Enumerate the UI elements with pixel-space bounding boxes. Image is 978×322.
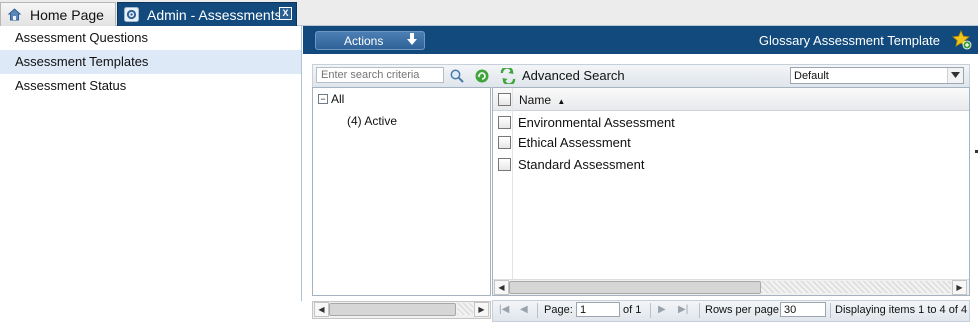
divider xyxy=(537,303,538,318)
refresh-icon[interactable] xyxy=(474,68,490,84)
templates-grid: Name ▲ Environmental Assessment Ethical … xyxy=(492,87,970,296)
tree-horizontal-scrollbar[interactable]: ◀ ▶ xyxy=(312,301,491,319)
actions-label: Actions xyxy=(344,34,384,48)
column-header-name[interactable]: Name ▲ xyxy=(519,93,565,107)
actions-button[interactable]: Actions xyxy=(315,31,425,50)
view-select-value: Default xyxy=(794,70,829,82)
tree-root-label: All xyxy=(331,92,345,106)
scroll-right-icon[interactable]: ▶ xyxy=(474,302,489,317)
tab-home-label: Home Page xyxy=(30,6,104,23)
tab-admin-label: Admin - Assessments xyxy=(147,6,282,23)
gear-icon xyxy=(124,7,139,22)
scrollbar-thumb[interactable] xyxy=(329,303,456,316)
sidebar: Assessment Questions Assessment Template… xyxy=(0,26,302,301)
last-page-icon[interactable]: ▶| xyxy=(678,304,688,315)
scrollbar-rest xyxy=(761,281,951,293)
scrollbar-track[interactable]: ◀ ▶ xyxy=(313,302,490,318)
chevron-down-icon xyxy=(947,68,963,83)
pager-bar: |◀ ◀ Page: 1 of 1 ▶ ▶| Rows per page 30 … xyxy=(492,300,970,322)
search-icon[interactable] xyxy=(449,68,465,84)
main-panel: Actions Glossary Assessment Template Adv… xyxy=(303,26,978,322)
divider xyxy=(650,303,651,318)
sidebar-item-label: Assessment Status xyxy=(15,78,127,93)
first-page-icon[interactable]: |◀ xyxy=(499,304,509,315)
scrollbar-thumb[interactable] xyxy=(509,281,761,294)
row-name: Environmental Assessment xyxy=(518,115,675,130)
scrollbar-rest xyxy=(457,303,473,315)
advanced-search-link[interactable]: Advanced Search xyxy=(522,68,625,83)
home-icon xyxy=(7,7,22,22)
sort-asc-icon: ▲ xyxy=(557,97,566,106)
favorite-star-icon[interactable] xyxy=(952,29,972,53)
divider xyxy=(699,303,700,318)
scroll-left-icon[interactable]: ◀ xyxy=(494,280,509,295)
scroll-left-icon[interactable]: ◀ xyxy=(314,302,329,317)
row-checkbox[interactable] xyxy=(498,136,511,149)
view-select[interactable]: Default xyxy=(790,67,964,84)
scroll-right-icon[interactable]: ▶ xyxy=(952,280,967,295)
tab-admin-assessments[interactable]: Admin - Assessments X xyxy=(117,2,297,26)
page-count: of 1 xyxy=(623,304,642,316)
sidebar-item-label: Assessment Templates xyxy=(15,54,149,69)
search-input[interactable] xyxy=(316,67,444,83)
column-name-label: Name xyxy=(519,93,552,107)
row-name: Ethical Assessment xyxy=(518,135,631,150)
tree-root[interactable]: − All xyxy=(318,92,344,106)
page-label: Page: xyxy=(544,304,573,316)
advanced-search-icon[interactable] xyxy=(499,66,516,86)
prev-page-icon[interactable]: ◀ xyxy=(520,304,528,315)
tree-item-active[interactable]: (4) Active xyxy=(347,114,397,128)
sidebar-item-assessment-status[interactable]: Assessment Status xyxy=(0,74,301,98)
close-icon[interactable]: X xyxy=(279,7,292,20)
grid-header: Name ▲ xyxy=(493,88,969,111)
rows-per-page-label: Rows per page xyxy=(705,304,779,316)
category-tree: − All (4) Active xyxy=(312,87,491,296)
sidebar-item-assessment-questions[interactable]: Assessment Questions xyxy=(0,26,301,50)
grid-horizontal-scrollbar[interactable]: ◀ ▶ xyxy=(493,279,969,295)
arrow-down-icon xyxy=(406,32,418,51)
sidebar-item-assessment-templates[interactable]: Assessment Templates xyxy=(0,50,301,74)
header-bar: Actions Glossary Assessment Template xyxy=(303,26,978,54)
next-page-icon[interactable]: ▶ xyxy=(658,304,666,315)
row-name: Standard Assessment xyxy=(518,157,645,172)
row-checkbox[interactable] xyxy=(498,158,511,171)
select-all-checkbox[interactable] xyxy=(498,93,511,106)
page-title: Glossary Assessment Template xyxy=(758,33,940,48)
rows-per-page-input[interactable]: 30 xyxy=(780,302,826,317)
display-count: Displaying items 1 to 4 of 4 xyxy=(835,304,968,316)
tab-strip: Home Page Admin - Assessments X xyxy=(0,0,978,26)
collapse-icon[interactable]: − xyxy=(318,94,328,104)
page-input[interactable]: 1 xyxy=(576,302,620,317)
divider xyxy=(830,303,831,318)
table-row[interactable]: Standard Assessment xyxy=(493,155,969,175)
search-toolbar: Advanced Search Default xyxy=(312,64,970,88)
row-checkbox[interactable] xyxy=(498,116,511,129)
sidebar-item-label: Assessment Questions xyxy=(15,30,148,45)
tab-home-page[interactable]: Home Page xyxy=(0,2,116,26)
table-row[interactable]: Environmental Assessment xyxy=(493,113,969,133)
table-row[interactable]: Ethical Assessment xyxy=(493,133,969,153)
